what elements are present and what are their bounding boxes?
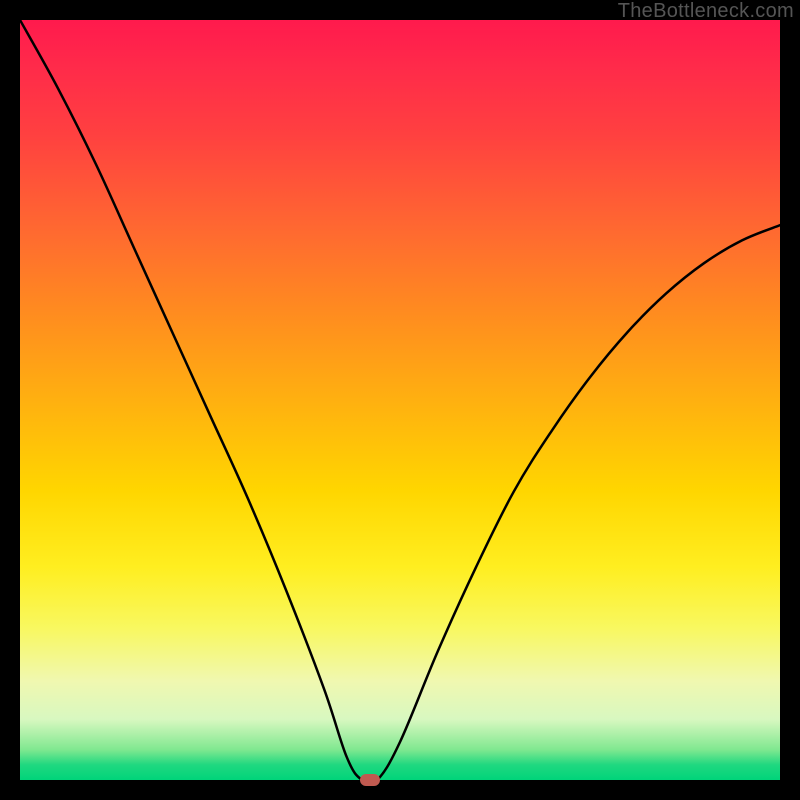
chart-frame: TheBottleneck.com xyxy=(0,0,800,800)
minimum-marker-icon xyxy=(360,774,380,786)
bottleneck-curve xyxy=(20,20,780,780)
plot-area xyxy=(20,20,780,780)
